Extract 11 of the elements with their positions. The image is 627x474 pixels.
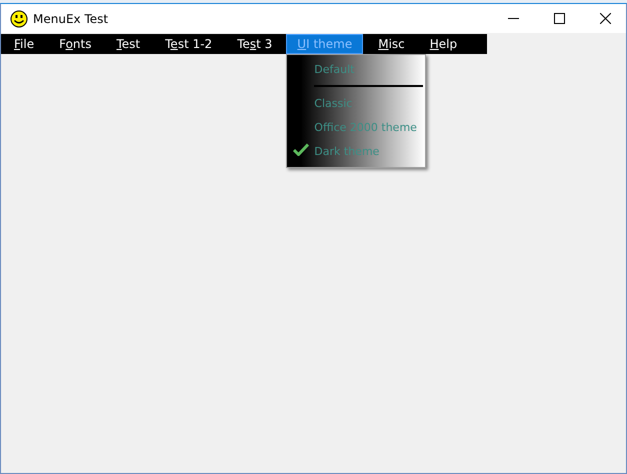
menu-item[interactable]: Misc bbox=[371, 34, 412, 54]
maximize-icon[interactable] bbox=[554, 13, 565, 24]
menu-item[interactable]: Test 3 bbox=[230, 34, 280, 54]
menu-item[interactable]: Test 1-2 bbox=[158, 34, 220, 54]
menu-item[interactable]: Test bbox=[109, 34, 148, 54]
smiley-icon bbox=[10, 10, 28, 28]
window-title: MenuEx Test bbox=[33, 12, 108, 26]
menu-item[interactable]: File bbox=[7, 34, 42, 54]
close-icon[interactable] bbox=[600, 13, 611, 24]
menu-item[interactable]: Help bbox=[422, 34, 464, 54]
menu-item[interactable]: Fonts bbox=[52, 34, 98, 54]
